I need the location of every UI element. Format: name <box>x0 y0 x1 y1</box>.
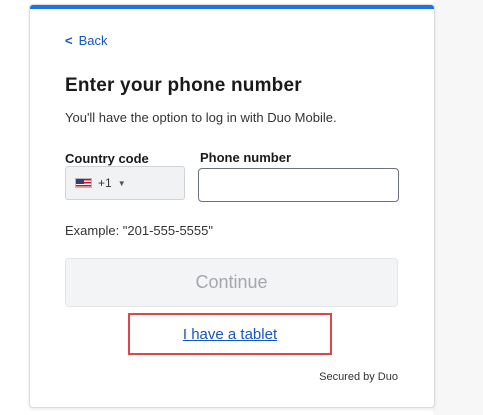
country-code-label: Country code <box>65 151 149 166</box>
phone-number-input[interactable] <box>198 168 399 202</box>
enrollment-card: < Back Enter your phone number You'll ha… <box>29 4 435 408</box>
caret-down-icon: ▼ <box>117 178 126 188</box>
us-flag-icon <box>75 178 92 188</box>
phone-number-label: Phone number <box>200 150 292 165</box>
tablet-link-label: I have a tablet <box>182 325 278 343</box>
card-accent-bar <box>30 5 434 9</box>
secured-by-footer: Secured by Duo <box>319 371 398 383</box>
right-margin <box>433 0 483 415</box>
back-link-label: Back <box>78 33 108 48</box>
continue-button[interactable]: Continue <box>65 258 398 307</box>
country-code-value: +1 <box>98 176 112 190</box>
phone-example-hint: Example: "201-555-5555" <box>65 223 213 238</box>
tablet-link[interactable]: I have a tablet <box>128 313 332 355</box>
country-code-select[interactable]: +1 ▼ <box>65 166 185 200</box>
page-subtitle: You'll have the option to log in with Du… <box>65 110 337 125</box>
chevron-left-icon: < <box>65 33 73 48</box>
back-link[interactable]: < Back <box>65 33 108 48</box>
page-title: Enter your phone number <box>65 75 302 96</box>
